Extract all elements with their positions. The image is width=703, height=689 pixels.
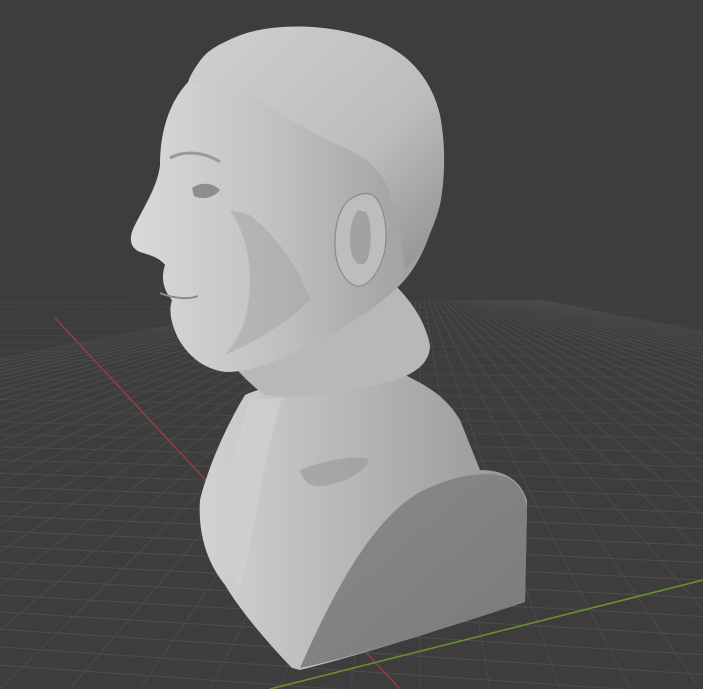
bust-mesh[interactable] xyxy=(130,26,527,670)
grid-line xyxy=(519,299,703,344)
grid-line xyxy=(515,299,703,347)
grid-line xyxy=(503,299,703,357)
3d-viewport[interactable] xyxy=(0,0,703,689)
viewport-canvas[interactable] xyxy=(0,0,703,689)
